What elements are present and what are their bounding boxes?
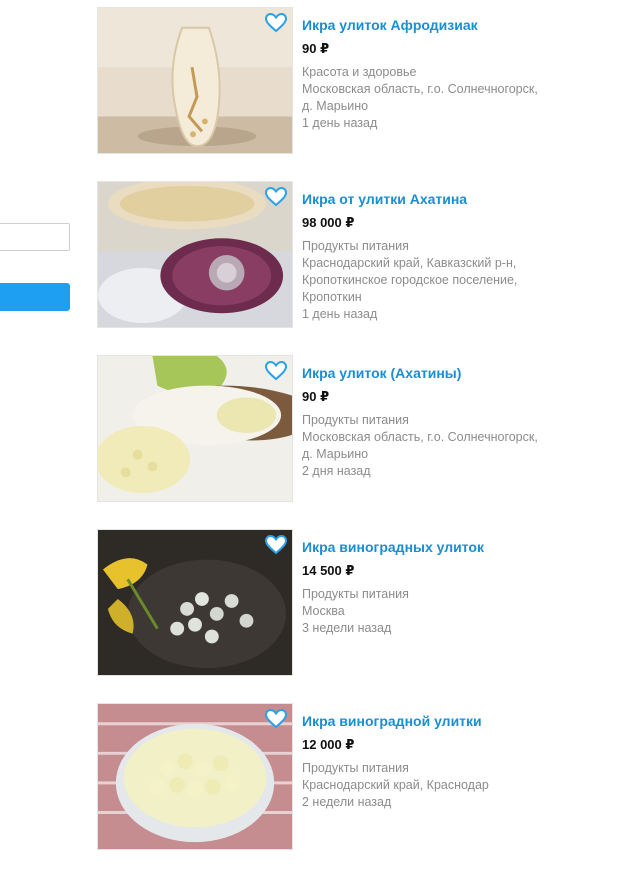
listing-category: Красота и здоровье (302, 65, 417, 79)
listing-category: Продукты питания (302, 239, 409, 253)
listing-time: 2 недели назад (302, 795, 392, 809)
listing-location: Кропоткин (302, 290, 362, 304)
listing-time: 2 дня назад (302, 464, 371, 478)
favorite-heart-icon[interactable] (265, 535, 287, 555)
listing-title-link[interactable]: Икра виноградной улитки (302, 712, 622, 730)
listing-title-link[interactable]: Икра от улитки Ахатина (302, 190, 622, 208)
listing-price: 98 000 ₽ (302, 215, 355, 230)
favorite-heart-icon[interactable] (265, 361, 287, 381)
listing-title-link[interactable]: Икра улиток (Ахатины) (302, 364, 622, 382)
listing-photo[interactable] (97, 703, 293, 850)
listing-item[interactable]: Икра улиток Афродизиак 90 ₽ Красота и зд… (97, 7, 617, 157)
favorite-heart-icon[interactable] (265, 13, 287, 33)
listing-category: Продукты питания (302, 587, 409, 601)
listing-photo[interactable] (97, 7, 293, 154)
favorite-heart-icon[interactable] (265, 709, 287, 729)
listing-title-link[interactable]: Икра улиток Афродизиак (302, 16, 622, 34)
listing-price: 12 000 ₽ (302, 737, 355, 752)
listing-item[interactable]: Икра виноградных улиток 14 500 ₽ Продукт… (97, 529, 617, 679)
listing-title-link[interactable]: Икра виноградных улиток (302, 538, 622, 556)
listing-photo[interactable] (97, 181, 293, 328)
listing-price: 14 500 ₽ (302, 563, 355, 578)
listing-location: Москва (302, 604, 345, 618)
listing-location: Московская область, г.о. Солнечногорск, (302, 430, 538, 444)
listing-item[interactable]: Икра улиток (Ахатины) 90 ₽ Продукты пита… (97, 355, 617, 505)
listing-time: 1 день назад (302, 307, 378, 321)
listing-location: Краснодарский край, Кавказский р-н, (302, 256, 517, 270)
favorite-heart-icon[interactable] (265, 187, 287, 207)
listing-category: Продукты питания (302, 413, 409, 427)
listing-price: 90 ₽ (302, 41, 330, 56)
listing-photo[interactable] (97, 355, 293, 502)
listing-location: Московская область, г.о. Солнечногорск, (302, 82, 538, 96)
sidebar-button-label: й (0, 283, 4, 311)
listing-location: д. Марьино (302, 447, 369, 461)
listing-item[interactable]: Икра виноградной улитки 12 000 ₽ Продукт… (97, 703, 617, 853)
listing-category: Продукты питания (302, 761, 409, 775)
listing-photo[interactable] (97, 529, 293, 676)
listing-location: Краснодарский край, Краснодар (302, 778, 489, 792)
listing-time: 3 недели назад (302, 621, 392, 635)
listing-time: 1 день назад (302, 116, 378, 130)
listing-item[interactable]: Икра от улитки Ахатина 98 000 ₽ Продукты… (97, 181, 617, 331)
sidebar-submit-button[interactable]: й (0, 283, 70, 311)
listing-location: д. Марьино (302, 99, 369, 113)
listing-location: Кропоткинское городское поселение, (302, 273, 518, 287)
sidebar-search-input[interactable] (0, 223, 70, 251)
listing-price: 90 ₽ (302, 389, 330, 404)
